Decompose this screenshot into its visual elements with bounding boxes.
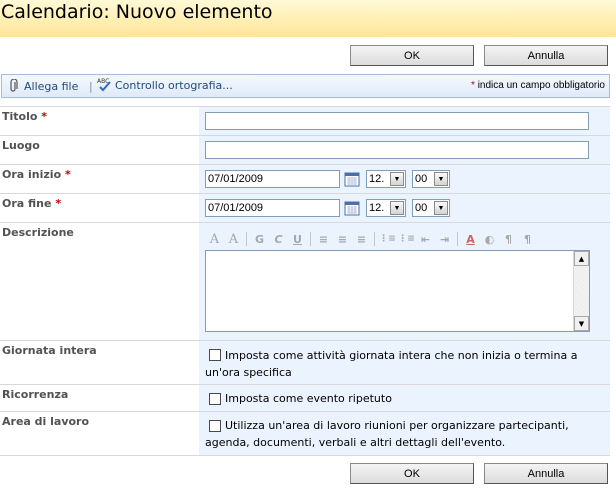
toolbar-divider — [374, 232, 375, 246]
chevron-down-icon: ▼ — [434, 201, 448, 215]
calendar-icon[interactable] — [344, 200, 360, 216]
underline-icon[interactable]: U — [288, 230, 307, 248]
bullet-list-icon[interactable]: ⋮≡ — [397, 230, 416, 248]
required-star: * — [55, 197, 62, 210]
required-star: * — [471, 80, 475, 91]
scroll-down-icon[interactable]: ▼ — [574, 316, 589, 331]
location-input[interactable] — [205, 141, 589, 159]
end-date-input[interactable] — [205, 199, 340, 217]
recurrence-field-cell: Imposta come evento ripetuto — [199, 385, 610, 411]
start-minute-value: 00 — [415, 173, 428, 185]
recurrence-label: Ricorrenza — [2, 388, 69, 401]
location-label: Luogo — [2, 139, 40, 152]
description-row: Descrizione A A G C U ≡ ≡ ≡ ⋮≡ ⋮≡ ⇤ ⇥ A … — [0, 222, 610, 340]
start-hour-value: 12. — [369, 173, 385, 185]
rich-text-toolbar: A A G C U ≡ ≡ ≡ ⋮≡ ⋮≡ ⇤ ⇥ A ◐ ¶ ¶ — [205, 229, 591, 249]
end-time-label: Ora fine * — [2, 197, 61, 210]
ltr-icon[interactable]: ¶ — [499, 230, 518, 248]
required-note-text: indica un campo obbligatorio — [477, 80, 605, 91]
all-day-label: Giornata intera — [2, 344, 97, 357]
end-minute-select[interactable]: 00 ▼ — [412, 199, 450, 217]
text-color-icon[interactable]: A — [461, 230, 480, 248]
font-size-icon[interactable]: A — [224, 230, 243, 248]
workspace-text: Utilizza un'area di lavoro riunioni per … — [205, 419, 569, 449]
start-minute-select[interactable]: 00 ▼ — [412, 170, 450, 188]
font-icon[interactable]: A — [205, 230, 224, 248]
spellcheck-icon: ABC — [97, 78, 111, 92]
title-label: Titolo * — [2, 110, 47, 123]
form-bottom-divider — [0, 455, 610, 456]
attach-file-link[interactable]: Allega file — [8, 79, 78, 93]
toolbar-separator: | — [89, 80, 93, 93]
align-right-icon[interactable]: ≡ — [352, 230, 371, 248]
numbered-list-icon[interactable]: ⋮≡ — [378, 230, 397, 248]
title-field-cell — [199, 107, 610, 135]
title-bar: Calendario: Nuovo elemento — [0, 0, 616, 37]
highlight-icon[interactable]: ◐ — [480, 230, 499, 248]
end-minute-value: 00 — [415, 202, 428, 214]
recurrence-checkbox[interactable] — [209, 393, 221, 405]
title-label-text: Titolo — [2, 110, 38, 123]
required-star: * — [64, 168, 71, 181]
start-hour-select[interactable]: 12. ▼ — [366, 170, 406, 188]
location-field-cell — [199, 136, 610, 164]
scroll-up-icon[interactable]: ▲ — [574, 251, 589, 266]
all-day-row: Giornata intera Imposta come attività gi… — [0, 340, 610, 384]
end-time-label-text: Ora fine — [2, 197, 52, 210]
italic-icon[interactable]: C — [269, 230, 288, 248]
indent-icon[interactable]: ⇥ — [435, 230, 454, 248]
recurrence-text: Imposta come evento ripetuto — [225, 392, 392, 405]
required-note: * indica un campo obbligatorio — [471, 80, 605, 91]
toolbar-divider — [457, 232, 458, 246]
ok-button-top[interactable]: OK — [350, 45, 474, 66]
page-title: Calendario: Nuovo elemento — [1, 1, 273, 23]
chevron-down-icon: ▼ — [434, 172, 448, 186]
title-row: Titolo * — [0, 106, 610, 135]
start-time-label: Ora inizio * — [2, 168, 71, 181]
workspace-field-cell: Utilizza un'area di lavoro riunioni per … — [199, 412, 610, 455]
end-time-field-cell: 12. ▼ 00 ▼ — [199, 194, 610, 222]
end-hour-select[interactable]: 12. ▼ — [366, 199, 406, 217]
title-input[interactable] — [205, 112, 589, 130]
end-time-row: Ora fine * 12. ▼ 00 ▼ — [0, 193, 610, 222]
rtl-icon[interactable]: ¶ — [518, 230, 537, 248]
paperclip-icon — [10, 79, 18, 92]
description-editor[interactable]: ▲ ▼ — [205, 250, 590, 332]
ok-button-bottom[interactable]: OK — [350, 463, 474, 484]
workspace-row: Area di lavoro Utilizza un'area di lavor… — [0, 411, 610, 455]
required-star: * — [41, 110, 48, 123]
bold-icon[interactable]: G — [250, 230, 269, 248]
align-left-icon[interactable]: ≡ — [314, 230, 333, 248]
workspace-label: Area di lavoro — [2, 415, 90, 428]
toolbar-divider — [310, 232, 311, 246]
toolbar-divider — [246, 232, 247, 246]
cancel-button-bottom[interactable]: Annulla — [484, 463, 608, 484]
attach-file-label: Allega file — [24, 79, 79, 93]
form-toolbar: Allega file | ABC Controllo ortografia..… — [1, 74, 610, 98]
cancel-button-top[interactable]: Annulla — [484, 45, 608, 66]
chevron-down-icon: ▼ — [390, 172, 404, 186]
chevron-down-icon: ▼ — [390, 201, 404, 215]
start-time-row: Ora inizio * 12. ▼ 00 ▼ — [0, 164, 610, 193]
description-label: Descrizione — [2, 226, 74, 239]
start-date-input[interactable] — [205, 170, 340, 188]
calendar-icon[interactable] — [344, 171, 360, 187]
align-center-icon[interactable]: ≡ — [333, 230, 352, 248]
end-hour-value: 12. — [369, 202, 385, 214]
all-day-field-cell: Imposta come attività giornata intera ch… — [199, 341, 610, 384]
description-field-cell: A A G C U ≡ ≡ ≡ ⋮≡ ⋮≡ ⇤ ⇥ A ◐ ¶ ¶ ▲ ▼ — [199, 223, 610, 340]
recurrence-row: Ricorrenza Imposta come evento ripetuto — [0, 384, 610, 411]
all-day-text: Imposta come attività giornata intera ch… — [205, 349, 578, 379]
start-time-label-text: Ora inizio — [2, 168, 62, 181]
description-scrollbar[interactable]: ▲ ▼ — [573, 251, 589, 331]
spellcheck-link[interactable]: ABC Controllo ortografia... — [97, 77, 233, 93]
outdent-icon[interactable]: ⇤ — [416, 230, 435, 248]
start-time-field-cell: 12. ▼ 00 ▼ — [199, 165, 610, 193]
spellcheck-label: Controllo ortografia... — [115, 78, 233, 92]
location-row: Luogo — [0, 135, 610, 164]
